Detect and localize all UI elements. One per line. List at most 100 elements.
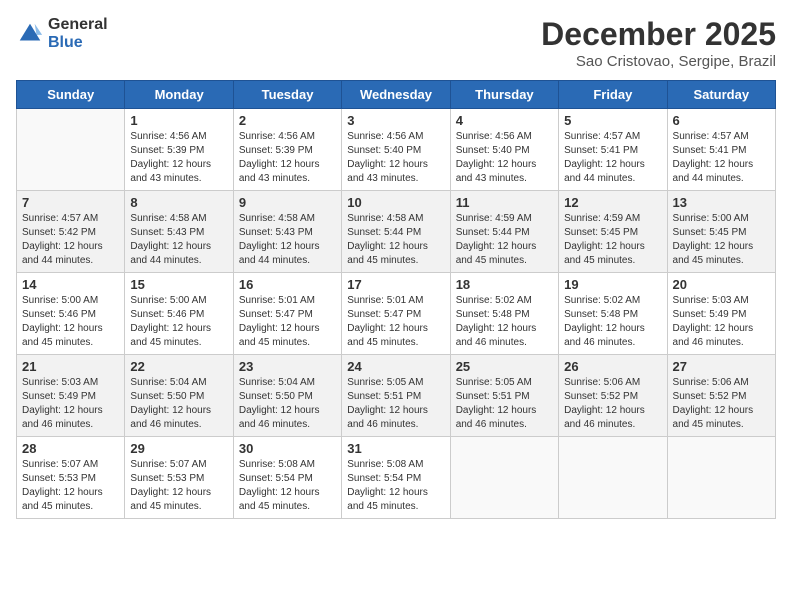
col-tuesday: Tuesday (233, 81, 341, 109)
cell-info: Sunrise: 4:56 AM Sunset: 5:40 PM Dayligh… (347, 130, 444, 186)
cell-info: Sunrise: 5:04 AM Sunset: 5:50 PM Dayligh… (239, 376, 336, 432)
calendar-week-row: 1Sunrise: 4:56 AM Sunset: 5:39 PM Daylig… (17, 109, 776, 191)
cell-info: Sunrise: 5:08 AM Sunset: 5:54 PM Dayligh… (347, 458, 444, 514)
table-row: 7 Sunrise: 4:57 AM Sunset: 5:42 PM Daylig… (17, 191, 125, 273)
location: Sao Cristovao, Sergipe, Brazil (541, 53, 776, 70)
day-number: 18 (456, 277, 553, 292)
header: General Blue December 2025 Sao Cristovao… (16, 16, 776, 70)
cell-info: Sunrise: 4:58 AM Sunset: 5:43 PM Dayligh… (130, 212, 227, 268)
table-row: 26 Sunrise: 5:06 AM Sunset: 5:52 PM Dayli… (559, 355, 667, 437)
day-number: 24 (347, 359, 444, 374)
day-number: 22 (130, 359, 227, 374)
table-row: 1Sunrise: 4:56 AM Sunset: 5:39 PM Daylig… (125, 109, 233, 191)
cell-info: Sunrise: 5:03 AM Sunset: 5:49 PM Dayligh… (673, 294, 770, 350)
table-row: 20 Sunrise: 5:03 AM Sunset: 5:49 PM Dayli… (667, 273, 775, 355)
table-row: 15Sunrise: 5:00 AM Sunset: 5:46 PM Dayli… (125, 273, 233, 355)
table-row: 29 Sunrise: 5:07 AM Sunset: 5:53 PM Dayli… (125, 437, 233, 519)
calendar-week-row: 21Sunrise: 5:03 AM Sunset: 5:49 PM Dayli… (17, 355, 776, 437)
table-row (667, 437, 775, 519)
cell-info: Sunrise: 5:01 AM Sunset: 5:47 PM Dayligh… (347, 294, 444, 350)
table-row: 9 Sunrise: 4:58 AM Sunset: 5:43 PM Daylig… (233, 191, 341, 273)
table-row: 22 Sunrise: 5:04 AM Sunset: 5:50 PM Dayli… (125, 355, 233, 437)
table-row (450, 437, 558, 519)
day-number: 25 (456, 359, 553, 374)
calendar-table: Sunday Monday Tuesday Wednesday Thursday… (16, 80, 776, 519)
table-row: 6Sunrise: 4:57 AM Sunset: 5:41 PM Daylig… (667, 109, 775, 191)
title-area: December 2025 Sao Cristovao, Sergipe, Br… (541, 16, 776, 70)
table-row: 12 Sunrise: 4:59 AM Sunset: 5:45 PM Dayli… (559, 191, 667, 273)
cell-info: Sunrise: 4:58 AM Sunset: 5:44 PM Dayligh… (347, 212, 444, 268)
table-row: 2 Sunrise: 4:56 AM Sunset: 5:39 PM Daylig… (233, 109, 341, 191)
calendar-week-row: 7 Sunrise: 4:57 AM Sunset: 5:42 PM Daylig… (17, 191, 776, 273)
table-row: 3 Sunrise: 4:56 AM Sunset: 5:40 PM Daylig… (342, 109, 450, 191)
day-number: 23 (239, 359, 336, 374)
day-number: 7 (22, 195, 119, 210)
table-row: 4 Sunrise: 4:56 AM Sunset: 5:40 PM Daylig… (450, 109, 558, 191)
logo-icon (16, 20, 44, 48)
day-number: 26 (564, 359, 661, 374)
logo-blue-text: Blue (48, 34, 108, 52)
day-number: 12 (564, 195, 661, 210)
table-row: 5 Sunrise: 4:57 AM Sunset: 5:41 PM Daylig… (559, 109, 667, 191)
logo-general-text: General (48, 16, 108, 34)
day-number: 19 (564, 277, 661, 292)
table-row: 11Sunrise: 4:59 AM Sunset: 5:44 PM Dayli… (450, 191, 558, 273)
col-sunday: Sunday (17, 81, 125, 109)
table-row: 31 Sunrise: 5:08 AM Sunset: 5:54 PM Dayli… (342, 437, 450, 519)
day-number: 21 (22, 359, 119, 374)
calendar-week-row: 14Sunrise: 5:00 AM Sunset: 5:46 PM Dayli… (17, 273, 776, 355)
table-row: 23 Sunrise: 5:04 AM Sunset: 5:50 PM Dayli… (233, 355, 341, 437)
cell-info: Sunrise: 5:06 AM Sunset: 5:52 PM Dayligh… (673, 376, 770, 432)
cell-info: Sunrise: 4:57 AM Sunset: 5:41 PM Dayligh… (673, 130, 770, 186)
table-row: 24 Sunrise: 5:05 AM Sunset: 5:51 PM Dayli… (342, 355, 450, 437)
day-number: 30 (239, 441, 336, 456)
cell-info: Sunrise: 4:59 AM Sunset: 5:44 PM Dayligh… (456, 212, 553, 268)
cell-info: Sunrise: 4:57 AM Sunset: 5:42 PM Dayligh… (22, 212, 119, 268)
month-title: December 2025 (541, 16, 776, 53)
cell-info: Sunrise: 4:58 AM Sunset: 5:43 PM Dayligh… (239, 212, 336, 268)
day-number: 10 (347, 195, 444, 210)
table-row: 16Sunrise: 5:01 AM Sunset: 5:47 PM Dayli… (233, 273, 341, 355)
cell-info: Sunrise: 5:08 AM Sunset: 5:54 PM Dayligh… (239, 458, 336, 514)
day-number: 4 (456, 113, 553, 128)
cell-info: Sunrise: 4:59 AM Sunset: 5:45 PM Dayligh… (564, 212, 661, 268)
cell-info: Sunrise: 4:56 AM Sunset: 5:39 PM Dayligh… (239, 130, 336, 186)
day-number: 8 (130, 195, 227, 210)
table-row: 19Sunrise: 5:02 AM Sunset: 5:48 PM Dayli… (559, 273, 667, 355)
table-row: 8 Sunrise: 4:58 AM Sunset: 5:43 PM Daylig… (125, 191, 233, 273)
col-thursday: Thursday (450, 81, 558, 109)
cell-info: Sunrise: 5:05 AM Sunset: 5:51 PM Dayligh… (456, 376, 553, 432)
cell-info: Sunrise: 5:00 AM Sunset: 5:45 PM Dayligh… (673, 212, 770, 268)
logo-text: General Blue (48, 16, 108, 51)
calendar-header-row: Sunday Monday Tuesday Wednesday Thursday… (17, 81, 776, 109)
cell-info: Sunrise: 5:04 AM Sunset: 5:50 PM Dayligh… (130, 376, 227, 432)
table-row: 13 Sunrise: 5:00 AM Sunset: 5:45 PM Dayli… (667, 191, 775, 273)
table-row: 25 Sunrise: 5:05 AM Sunset: 5:51 PM Dayli… (450, 355, 558, 437)
calendar-week-row: 28 Sunrise: 5:07 AM Sunset: 5:53 PM Dayli… (17, 437, 776, 519)
cell-info: Sunrise: 5:05 AM Sunset: 5:51 PM Dayligh… (347, 376, 444, 432)
day-number: 31 (347, 441, 444, 456)
table-row: 30 Sunrise: 5:08 AM Sunset: 5:54 PM Dayli… (233, 437, 341, 519)
cell-info: Sunrise: 4:56 AM Sunset: 5:40 PM Dayligh… (456, 130, 553, 186)
col-monday: Monday (125, 81, 233, 109)
col-friday: Friday (559, 81, 667, 109)
cell-info: Sunrise: 5:07 AM Sunset: 5:53 PM Dayligh… (130, 458, 227, 514)
day-number: 28 (22, 441, 119, 456)
day-number: 3 (347, 113, 444, 128)
table-row (17, 109, 125, 191)
table-row: 14Sunrise: 5:00 AM Sunset: 5:46 PM Dayli… (17, 273, 125, 355)
cell-info: Sunrise: 5:02 AM Sunset: 5:48 PM Dayligh… (456, 294, 553, 350)
table-row: 28 Sunrise: 5:07 AM Sunset: 5:53 PM Dayli… (17, 437, 125, 519)
cell-info: Sunrise: 5:06 AM Sunset: 5:52 PM Dayligh… (564, 376, 661, 432)
day-number: 2 (239, 113, 336, 128)
day-number: 29 (130, 441, 227, 456)
cell-info: Sunrise: 5:00 AM Sunset: 5:46 PM Dayligh… (22, 294, 119, 350)
day-number: 5 (564, 113, 661, 128)
table-row: 21Sunrise: 5:03 AM Sunset: 5:49 PM Dayli… (17, 355, 125, 437)
cell-info: Sunrise: 5:07 AM Sunset: 5:53 PM Dayligh… (22, 458, 119, 514)
cell-info: Sunrise: 4:57 AM Sunset: 5:41 PM Dayligh… (564, 130, 661, 186)
day-number: 20 (673, 277, 770, 292)
day-number: 13 (673, 195, 770, 210)
day-number: 9 (239, 195, 336, 210)
cell-info: Sunrise: 5:00 AM Sunset: 5:46 PM Dayligh… (130, 294, 227, 350)
